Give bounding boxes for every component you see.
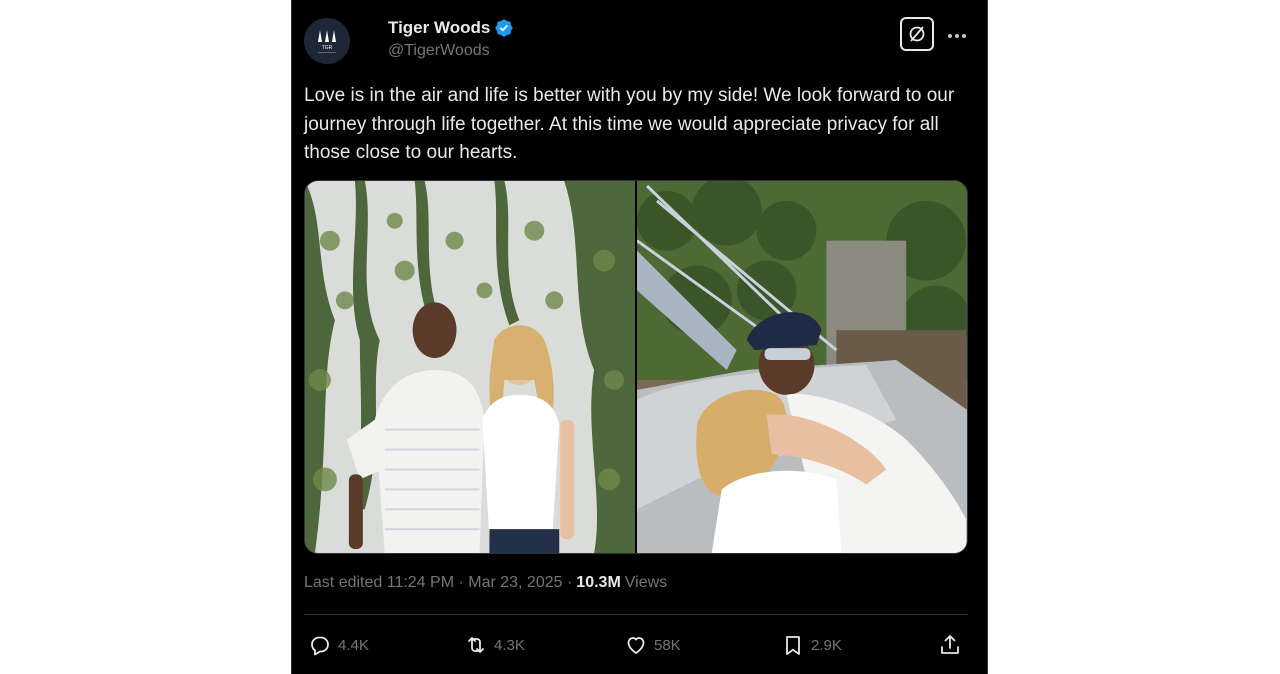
tgr-logo-icon: TGR	[304, 18, 350, 64]
like-count: 58K	[654, 636, 681, 654]
author-name[interactable]: Tiger Woods	[388, 18, 490, 38]
divider	[304, 614, 968, 615]
bookmark-icon	[786, 636, 800, 655]
bookmark-count: 2.9K	[811, 636, 842, 654]
repost-button[interactable]: 4.3K	[464, 630, 525, 660]
repost-icon	[468, 637, 484, 653]
more-button[interactable]	[945, 24, 969, 48]
views-count: 10.3M	[576, 574, 621, 591]
repost-count: 4.3K	[494, 636, 525, 654]
avatar[interactable]: TGR	[304, 18, 350, 64]
photo-couple-standing[interactable]	[305, 181, 635, 553]
like-icon	[627, 637, 645, 654]
avatar-text: TGR	[322, 45, 333, 51]
verified-badge-icon[interactable]	[494, 18, 514, 38]
author-handle[interactable]: @TigerWoods	[388, 42, 490, 60]
grok-button[interactable]	[900, 17, 934, 51]
tweet-text: Love is in the air and life is better wi…	[304, 85, 955, 163]
photo-hammock-image	[637, 181, 967, 553]
bookmark-button[interactable]: 2.9K	[781, 630, 842, 660]
tweet-card: TGR Tiger Woods @TigerWoods Love is in t…	[291, 0, 988, 674]
photo-couple-hammock[interactable]	[637, 181, 967, 553]
photo-standing-image	[305, 181, 635, 553]
media-grid	[304, 180, 968, 554]
tweet-meta: Last edited 11:24 PM · Mar 23, 2025 · 10…	[304, 574, 667, 592]
share-button[interactable]	[938, 630, 962, 660]
reply-count: 4.4K	[338, 636, 369, 654]
more-icon	[948, 34, 966, 38]
views-label: Views	[624, 574, 668, 591]
reply-button[interactable]: 4.4K	[308, 630, 369, 660]
author-name-row[interactable]: Tiger Woods	[388, 18, 514, 38]
share-icon	[941, 635, 959, 654]
edited-timestamp[interactable]: Last edited 11:24 PM · Mar 23, 2025 ·	[304, 574, 572, 592]
reply-icon	[311, 636, 329, 656]
like-button[interactable]: 58K	[624, 630, 681, 660]
action-bar: 4.4K 4.3K 58K 2.9K	[304, 630, 968, 660]
grok-icon	[909, 26, 925, 42]
